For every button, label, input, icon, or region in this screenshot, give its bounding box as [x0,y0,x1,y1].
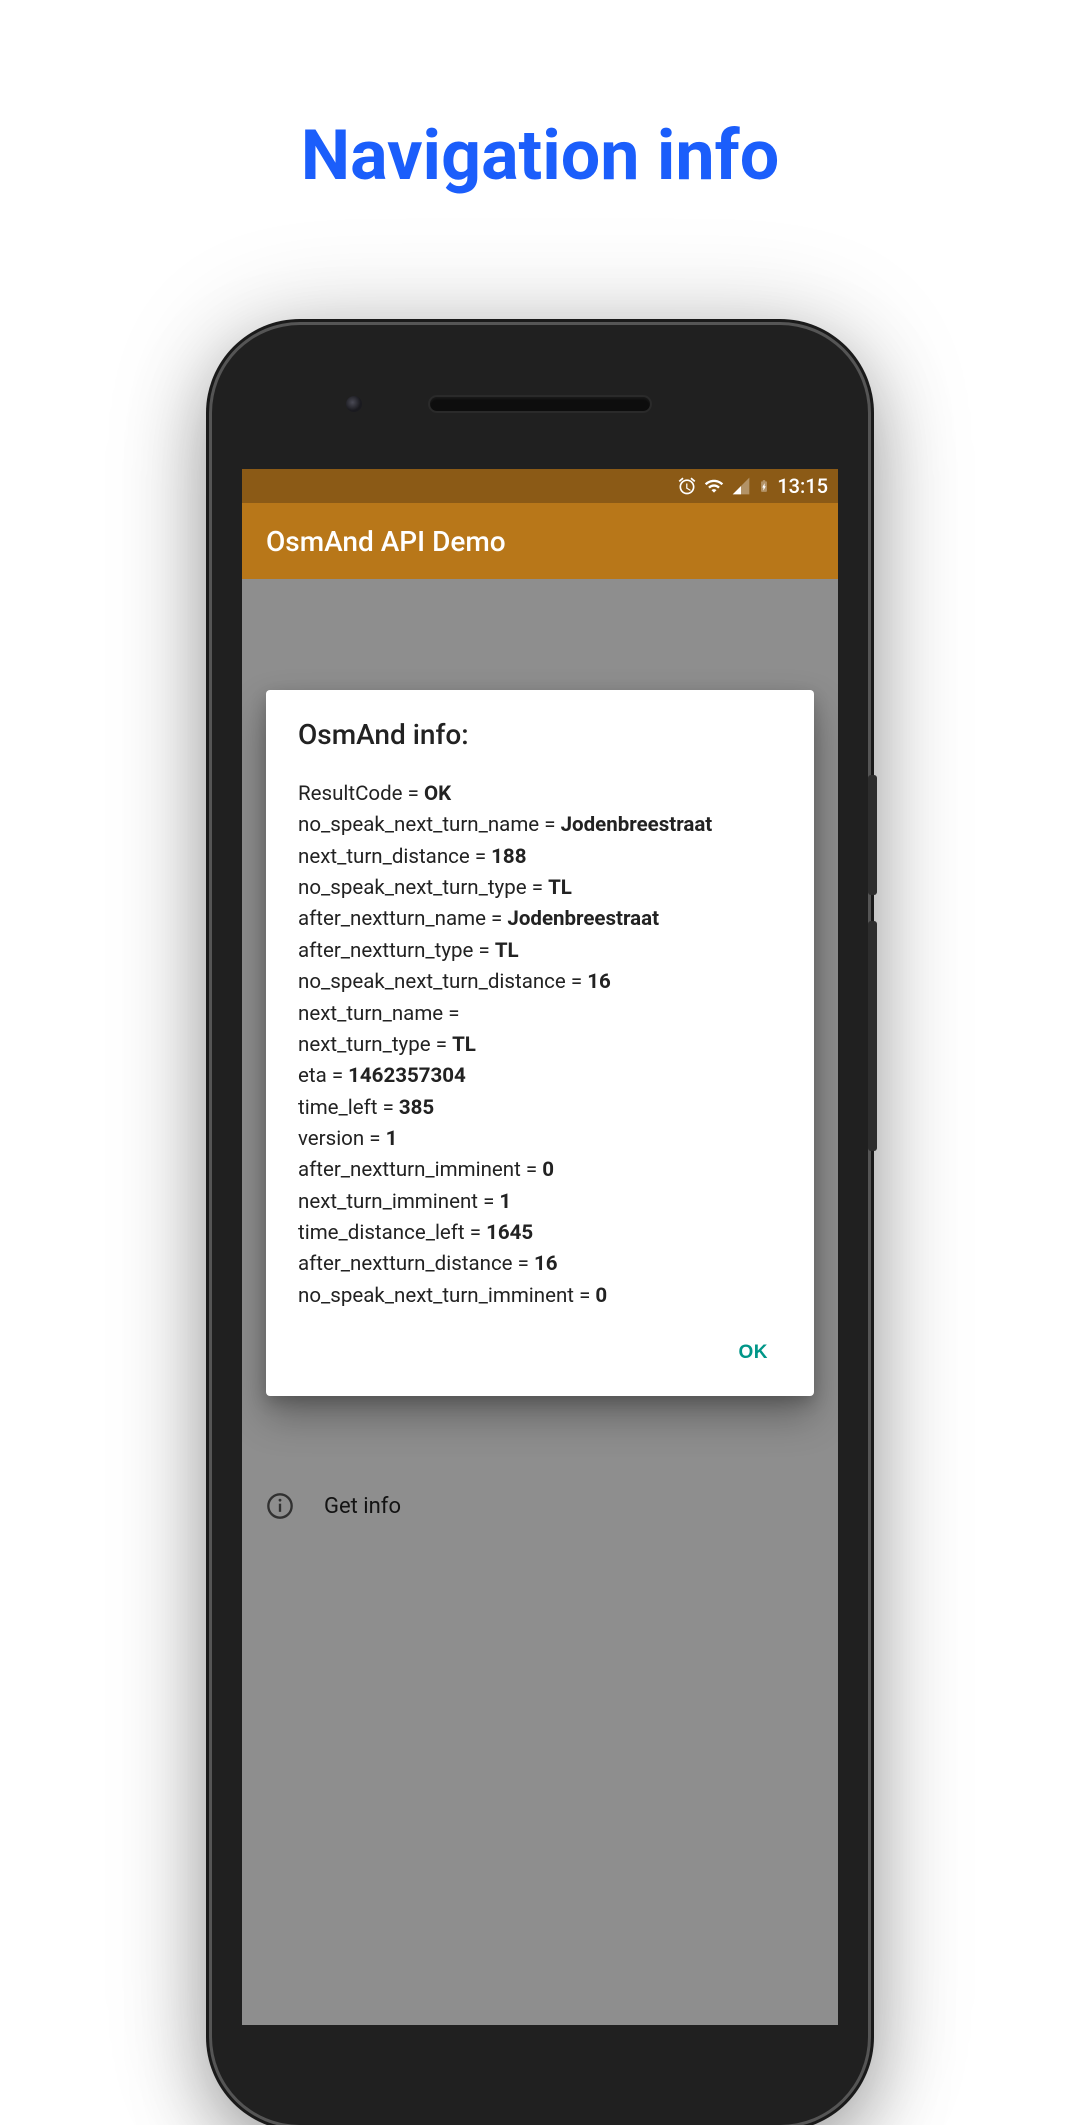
equals-sign: = [473,939,494,963]
dialog-field-row: after_nextturn_type = TL [298,936,782,967]
dialog-field-row: after_nextturn_distance = 16 [298,1249,782,1280]
dialog-field-value: TL [548,876,572,900]
dialog-field-row: no_speak_next_turn_distance = 16 [298,967,782,998]
phone-screen: 13:15 OsmAnd API Demo Get info OsmAnd in… [242,469,838,2025]
phone-frame: 13:15 OsmAnd API Demo Get info OsmAnd in… [212,325,868,2125]
page-title: Navigation info [0,115,1080,197]
dialog-field-value: 385 [399,1096,434,1120]
dialog-field-value: 1462357304 [348,1064,466,1088]
dialog-field-row: time_left = 385 [298,1093,782,1124]
equals-sign: = [566,970,587,994]
dialog-field-value: Jodenbreestraat [561,813,713,837]
dialog-field-value: 0 [542,1158,554,1182]
dialog-field-key: after_nextturn_type [298,939,473,963]
dialog-field-row: next_turn_name = [298,999,782,1030]
dialog-title: OsmAnd info: [298,718,782,751]
dialog-field-key: no_speak_next_turn_type [298,876,527,900]
dialog-field-key: after_nextturn_distance [298,1252,513,1276]
dialog-field-key: version [298,1127,364,1151]
dialog-field-key: no_speak_next_turn_name [298,813,539,837]
alarm-icon [677,476,697,496]
equals-sign: = [527,876,548,900]
dialog-field-value: TL [495,939,519,963]
equals-sign: = [377,1096,398,1120]
app-bar: OsmAnd API Demo [242,503,838,579]
dialog-field-value: OK [424,782,451,806]
dialog-field-key: next_turn_distance [298,845,470,869]
dialog-field-key: no_speak_next_turn_imminent [298,1284,574,1308]
equals-sign: = [327,1064,348,1088]
dialog-field-value: 188 [491,845,526,869]
dialog-field-row: next_turn_type = TL [298,1030,782,1061]
ok-button[interactable]: OK [725,1332,783,1374]
dialog-field-row: ResultCode = OK [298,779,782,810]
dialog-field-value: Jodenbreestraat [507,907,659,931]
dialog-field-row: version = 1 [298,1124,782,1155]
equals-sign: = [486,907,507,931]
phone-camera-dot [346,396,362,412]
wifi-icon [703,476,725,496]
dialog-field-key: time_distance_left [298,1221,465,1245]
dialog-field-key: after_nextturn_name [298,907,486,931]
dialog-field-key: eta [298,1064,327,1088]
info-dialog: OsmAnd info: ResultCode = OKno_speak_nex… [266,690,814,1396]
battery-charging-icon [757,476,771,496]
dialog-field-row: no_speak_next_turn_type = TL [298,873,782,904]
dialog-field-value: 1 [386,1127,398,1151]
equals-sign: = [539,813,560,837]
app-content: Get info OsmAnd info: ResultCode = OKno_… [242,579,838,2025]
dialog-field-value: 16 [534,1252,558,1276]
equals-sign: = [574,1284,595,1308]
equals-sign: = [465,1221,486,1245]
dialog-field-key: next_turn_name [298,1002,443,1026]
dialog-field-row: time_distance_left = 1645 [298,1218,782,1249]
dialog-field-key: after_nextturn_imminent [298,1158,521,1182]
app-bar-title: OsmAnd API Demo [266,525,506,558]
dialog-field-value: 1 [499,1190,511,1214]
dialog-field-value: 1645 [486,1221,533,1245]
equals-sign: = [521,1158,542,1182]
dialog-field-row: after_nextturn_imminent = 0 [298,1155,782,1186]
dialog-field-row: no_speak_next_turn_imminent = 0 [298,1281,782,1312]
status-time: 13:15 [777,474,828,498]
dialog-field-value: 0 [595,1284,607,1308]
dialog-field-value: 16 [587,970,611,994]
dialog-actions: OK [298,1324,782,1386]
phone-volume-button [868,921,877,1151]
signal-icon [731,476,751,496]
equals-sign: = [513,1252,534,1276]
dialog-field-key: next_turn_imminent [298,1190,478,1214]
equals-sign: = [478,1190,499,1214]
dialog-field-value: TL [452,1033,476,1057]
dialog-field-key: time_left [298,1096,377,1120]
dialog-field-key: no_speak_next_turn_distance [298,970,566,994]
dialog-field-row: no_speak_next_turn_name = Jodenbreestraa… [298,810,782,841]
equals-sign: = [443,1002,459,1026]
dialog-field-row: next_turn_distance = 188 [298,842,782,873]
dialog-body: ResultCode = OKno_speak_next_turn_name =… [298,779,782,1312]
dialog-field-row: after_nextturn_name = Jodenbreestraat [298,904,782,935]
equals-sign: = [364,1127,385,1151]
equals-sign: = [470,845,491,869]
dialog-field-row: eta = 1462357304 [298,1061,782,1092]
equals-sign: = [403,782,424,806]
equals-sign: = [431,1033,452,1057]
phone-power-button [868,775,877,895]
dialog-field-row: next_turn_imminent = 1 [298,1187,782,1218]
status-bar: 13:15 [242,469,838,503]
dialog-field-key: ResultCode [298,782,403,806]
dialog-field-key: next_turn_type [298,1033,431,1057]
